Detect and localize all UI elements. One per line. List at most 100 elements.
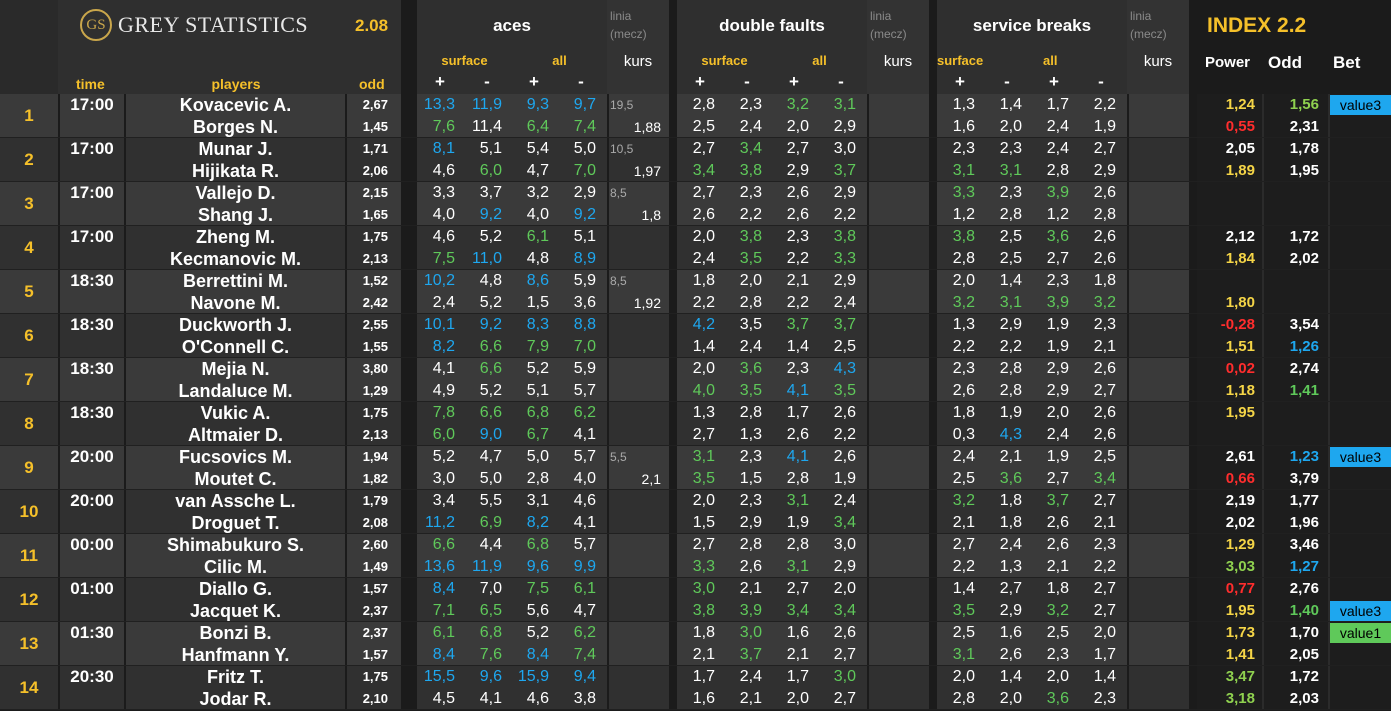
aces-value: 8,1 [432,140,455,157]
df-value: 4,2 [692,316,715,333]
df-value: 2,2 [833,206,856,223]
sb-value: 2,6 [952,382,975,399]
sb-value: 1,2 [1046,206,1069,223]
aces-value: 9,2 [479,316,502,333]
df-value: 2,0 [692,360,715,377]
df-value: 3,1 [833,96,856,113]
aces-value: 6,2 [573,404,596,421]
aces-value: 9,3 [526,96,549,113]
player-name: Fritz T. [207,667,264,687]
sb-value: 2,6 [1093,250,1116,267]
df-value: 2,0 [739,272,762,289]
aces-value: 3,4 [432,492,455,509]
index-odd-value: 1,70 [1289,624,1319,641]
df-value: 3,4 [692,162,715,179]
player-odd: 1,82 [362,471,388,486]
sb-value: 2,7 [1093,382,1116,399]
power-value: 3,18 [1225,690,1255,707]
df-value: 3,7 [739,646,762,663]
power-value: 1,29 [1225,536,1255,553]
df-value: 2,2 [833,426,856,443]
df-value: 2,1 [739,580,762,597]
col-plus: + [695,72,705,91]
aces-value: 3,8 [573,690,596,707]
sb-value: 2,3 [999,140,1022,157]
index-odd-value: 1,72 [1289,668,1319,685]
sb-value: 3,3 [952,184,975,201]
linia-label-1: linia [610,9,632,23]
aces-value: 5,1 [573,228,596,245]
linia-label-3: linia [1130,9,1152,23]
df-value: 2,7 [692,426,715,443]
index-odd-value: 1,72 [1289,228,1319,245]
sb-value: 2,1 [1093,514,1116,531]
sb-value: 2,6 [1046,536,1069,553]
sb-value: 2,4 [1046,140,1069,157]
sb-value: 2,6 [1046,514,1069,531]
sb-value: 3,9 [1046,184,1069,201]
match-row: 3 17:00 8,5 Vallejo D. 2,15 3,3 3,7 3,2 2,9 2,7 2,… [0,182,1391,226]
aces-value: 4,6 [432,162,455,179]
sb-value: 2,9 [999,316,1022,333]
player-odd: 1,57 [362,647,388,662]
df-value: 3,4 [833,514,856,531]
sb-value: 2,3 [1046,272,1069,289]
aces-value: 3,0 [432,470,455,487]
df-value: 2,1 [739,690,762,707]
aces-value: 5,6 [526,602,549,619]
sb-value: 3,2 [952,294,975,311]
df-value: 3,1 [786,558,809,575]
index-odd-value: 2,31 [1289,118,1319,135]
aces-value: 4,9 [432,382,455,399]
sb-value: 2,3 [1093,316,1116,333]
player-odd: 2,06 [362,163,388,178]
mecz-label-1: (mecz) [610,27,647,41]
df-value: 2,5 [833,338,856,355]
aces-value: 4,0 [432,206,455,223]
match-row: 5 18:30 8,5 Berrettini M. 1,52 10,2 4,8 8,6 5,9 1… [0,270,1391,314]
match-time: 17:00 [70,139,114,158]
col-plus: + [435,72,445,91]
player-name: Moutet C. [194,469,277,489]
aces-value: 7,9 [526,338,549,355]
aces-value: 2,9 [573,184,596,201]
sb-value: 2,7 [999,580,1022,597]
logo: GS [80,9,112,41]
sb-value: 1,9 [1046,448,1069,465]
sb-value: 2,8 [999,360,1022,377]
power-value: 2,02 [1225,514,1255,531]
sb-value: 1,4 [952,580,975,597]
sb-value: 2,7 [1046,250,1069,267]
df-value: 2,7 [786,140,809,157]
aces-value: 7,0 [479,580,502,597]
aces-value: 3,3 [432,184,455,201]
sb-value: 1,3 [952,316,975,333]
df-value: 3,5 [739,382,762,399]
df-value: 1,9 [786,514,809,531]
aces-value: 5,0 [526,448,549,465]
sb-value: 2,3 [952,140,975,157]
match-time: 17:00 [70,183,114,202]
aces-value: 7,6 [479,646,502,663]
df-value: 1,8 [692,272,715,289]
line-value: 8,5 [610,186,627,200]
df-value: 2,9 [833,184,856,201]
match-number: 1 [24,106,34,125]
player-name: Duckworth J. [178,315,293,335]
col-surface: surface [937,53,984,68]
aces-value: 4,1 [432,360,455,377]
sb-value: 1,4 [999,96,1022,113]
column-headers: time players odd surface all + - + - kurs surfa… [0,52,1391,94]
aces-value: 8,4 [432,580,455,597]
linia-label-2: linia [870,9,892,23]
index-odd-value: 1,41 [1289,382,1319,399]
aces-value: 8,8 [573,316,596,333]
df-value: 1,4 [692,338,715,355]
sb-value: 3,2 [1046,602,1069,619]
index-odd-value: 1,95 [1289,162,1319,179]
sb-value: 2,2 [1093,558,1116,575]
df-value: 2,9 [833,558,856,575]
aces-value: 8,4 [526,646,549,663]
player-odd: 1,75 [362,669,388,684]
aces-value: 4,1 [479,690,502,707]
